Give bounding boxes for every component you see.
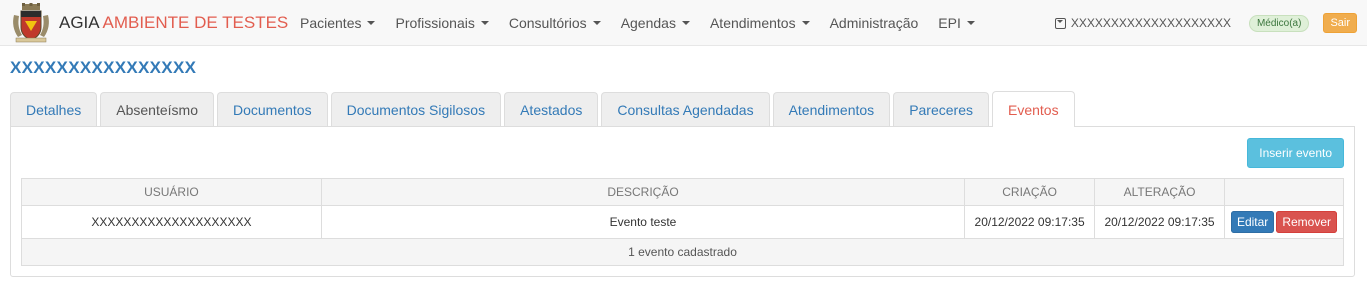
menu-administracao[interactable]: Administração xyxy=(820,0,929,46)
tab-bar: Detalhes Absenteísmo Documentos Document… xyxy=(10,91,1078,127)
menu-label: Atendimentos xyxy=(709,15,796,31)
brand-name: AGIA xyxy=(59,13,99,32)
cell-alteracao: 20/12/2022 09:17:35 xyxy=(1094,205,1225,239)
main-menu: Pacientes Profissionais Consultórios Age… xyxy=(290,0,985,46)
tab-documentos[interactable]: Documentos xyxy=(216,92,328,127)
menu-atendimentos[interactable]: Atendimentos xyxy=(700,0,820,46)
cell-actions: Editar Remover xyxy=(1224,205,1345,239)
menu-label: Consultórios xyxy=(508,15,587,31)
menu-label: Pacientes xyxy=(300,15,362,31)
menu-consultorios[interactable]: Consultórios xyxy=(499,0,611,46)
events-table: USUÁRIO DESCRIÇÃO CRIAÇÃO ALTERAÇÃO XXXX… xyxy=(21,178,1345,266)
menu-label: Agendas xyxy=(620,15,676,31)
column-header-usuario[interactable]: USUÁRIO xyxy=(21,178,322,206)
table-row: XXXXXXXXXXXXXXXXXXXX Evento teste 20/12/… xyxy=(21,205,1345,239)
patient-name-title: XXXXXXXXXXXXXXXX xyxy=(10,58,197,77)
tab-atendimentos[interactable]: Atendimentos xyxy=(772,92,891,127)
tab-documentos-sigilosos[interactable]: Documentos Sigilosos xyxy=(330,92,502,127)
menu-label: Administração xyxy=(829,15,919,31)
column-header-actions xyxy=(1224,178,1345,206)
brand[interactable]: AGIA AMBIENTE DE TESTES xyxy=(10,3,288,43)
brand-environment: AMBIENTE DE TESTES xyxy=(102,13,289,32)
tab-consultas-agendadas[interactable]: Consultas Agendadas xyxy=(601,92,770,127)
top-navbar: AGIA AMBIENTE DE TESTES Pacientes Profis… xyxy=(0,0,1367,46)
navbar-right: XXXXXXXXXXXXXXXXXXXX Médico(a) Sair xyxy=(1054,0,1357,46)
brand-title: AGIA AMBIENTE DE TESTES xyxy=(59,13,288,33)
table-footer-row: 1 evento cadastrado xyxy=(21,238,1344,266)
tab-pareceres[interactable]: Pareceres xyxy=(893,92,989,127)
cell-descricao: Evento teste xyxy=(321,205,966,239)
coat-of-arms-icon xyxy=(13,3,49,43)
column-header-criacao[interactable]: CRIAÇÃO xyxy=(964,178,1096,206)
caret-down-icon xyxy=(592,21,601,25)
menu-agendas[interactable]: Agendas xyxy=(611,0,700,46)
cell-criacao: 20/12/2022 09:17:35 xyxy=(964,205,1096,239)
user-name: XXXXXXXXXXXXXXXXXXXX xyxy=(1070,16,1231,30)
eventos-panel: Inserir evento USUÁRIO DESCRIÇÃO CRIAÇÃO… xyxy=(10,126,1355,277)
logout-button[interactable]: Sair xyxy=(1323,13,1357,33)
insert-event-button[interactable]: Inserir evento xyxy=(1247,138,1344,168)
tab-eventos[interactable]: Eventos xyxy=(992,91,1075,127)
column-header-descricao[interactable]: DESCRIÇÃO xyxy=(321,178,966,206)
caret-down-icon xyxy=(480,21,489,25)
caret-down-icon xyxy=(966,21,975,25)
dropdown-square-icon xyxy=(1054,17,1066,29)
cell-usuario: XXXXXXXXXXXXXXXXXXXX xyxy=(21,205,322,239)
tab-detalhes[interactable]: Detalhes xyxy=(10,92,98,127)
tab-absenteismo[interactable]: Absenteísmo xyxy=(100,92,214,127)
tab-atestados[interactable]: Atestados xyxy=(504,92,599,127)
caret-down-icon xyxy=(367,21,376,25)
caret-down-icon xyxy=(681,21,690,25)
menu-epi[interactable]: EPI xyxy=(928,0,985,46)
column-header-alteracao[interactable]: ALTERAÇÃO xyxy=(1094,178,1225,206)
menu-pacientes[interactable]: Pacientes xyxy=(290,0,385,46)
role-badge: Médico(a) xyxy=(1248,14,1310,32)
remove-button[interactable]: Remover xyxy=(1276,211,1337,233)
menu-label: EPI xyxy=(938,15,961,31)
menu-profissionais[interactable]: Profissionais xyxy=(385,0,498,46)
menu-label: Profissionais xyxy=(395,15,475,31)
edit-button[interactable]: Editar xyxy=(1230,211,1275,233)
records-count: 1 evento cadastrado xyxy=(21,238,1344,266)
user-menu[interactable]: XXXXXXXXXXXXXXXXXXXX xyxy=(1054,16,1231,30)
table-header-row: USUÁRIO DESCRIÇÃO CRIAÇÃO ALTERAÇÃO xyxy=(21,178,1345,206)
caret-down-icon xyxy=(801,21,810,25)
